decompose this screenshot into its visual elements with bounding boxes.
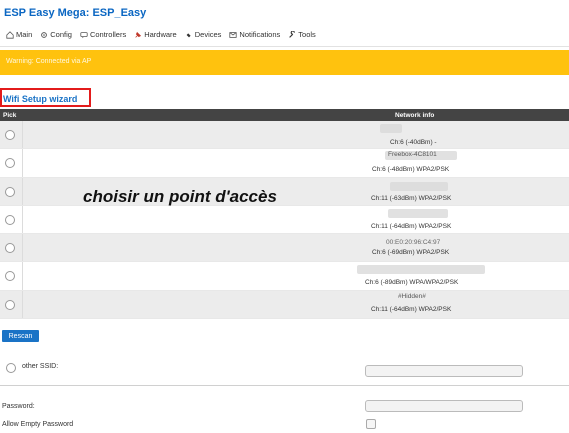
menu-config-label: Config xyxy=(50,30,72,39)
network-table: Pick Network info Ch:6 (-40dBm) - Freebo… xyxy=(0,109,569,320)
form-divider xyxy=(0,385,569,386)
redacted-ssid xyxy=(357,265,485,275)
network-details: Ch:6 (-48dBm) WPA2/PSK xyxy=(372,166,450,174)
password-input[interactable] xyxy=(365,400,523,412)
network-radio[interactable] xyxy=(5,130,15,140)
network-details: Ch:11 (-64dBm) WPA2/PSK xyxy=(371,305,452,313)
network-radio[interactable] xyxy=(5,186,15,197)
table-row[interactable]: Ch:6 (-40dBm) - xyxy=(0,121,569,150)
network-ssid: #Hidden# xyxy=(398,292,426,300)
network-details: Ch:11 (-63dBm) WPA2/PSK xyxy=(371,194,452,202)
table-row[interactable]: #Hidden# Ch:11 (-64dBm) WPA2/PSK xyxy=(0,290,569,320)
menu-tools[interactable]: Tools xyxy=(288,30,316,39)
redacted-ssid xyxy=(390,181,448,191)
table-row[interactable]: Freebox-4C8101 Ch:6 (-48dBm) WPA2/PSK xyxy=(0,149,569,178)
envelope-icon xyxy=(229,31,238,38)
rescan-button[interactable]: Rescan xyxy=(2,330,39,342)
menu-notifications-label: Notifications xyxy=(239,30,281,39)
network-details: Ch:11 (-64dBm) WPA2/PSK xyxy=(371,222,452,230)
header-network-info: Network info xyxy=(395,112,435,119)
header-divider xyxy=(0,46,569,47)
redacted-ssid xyxy=(388,208,448,218)
menu-hardware-label: Hardware xyxy=(144,30,177,39)
home-icon xyxy=(6,30,14,39)
warning-text: Warning: Connected via AP xyxy=(6,58,92,65)
gear-icon xyxy=(41,31,48,38)
menu-devices[interactable]: Devices xyxy=(185,30,222,39)
menu-config[interactable]: Config xyxy=(40,30,72,39)
redacted-ssid xyxy=(380,124,402,133)
allow-empty-password-label: Allow Empty Password xyxy=(2,421,74,428)
page-title: ESP Easy Mega: ESP_Easy xyxy=(4,7,147,19)
annotation-overlay: choisir un point d'accès xyxy=(83,187,277,206)
plug-icon xyxy=(186,32,191,37)
menu-main-label: Main xyxy=(16,30,33,39)
network-details: Ch:6 (-40dBm) - xyxy=(390,139,437,146)
network-details: Ch:6 (-69dBm) WPA2/PSK xyxy=(372,249,450,257)
menu-hardware[interactable]: Hardware xyxy=(134,30,177,39)
pin-icon xyxy=(135,31,142,38)
password-label: Password: xyxy=(2,403,35,410)
table-header: Pick Network info xyxy=(0,109,569,121)
network-ssid: 00:E0:20:96:C4:97 xyxy=(386,239,441,247)
network-radio[interactable] xyxy=(5,158,15,169)
wizard-title: Wifi Setup wizard xyxy=(3,94,78,104)
main-menu: Main Config Controllers Hardware Devices… xyxy=(6,30,316,39)
table-row[interactable]: Ch:6 (-89dBm) WPA/WPA2/PSK xyxy=(0,262,569,291)
network-radio[interactable] xyxy=(5,243,15,254)
menu-notifications[interactable]: Notifications xyxy=(229,30,280,39)
other-ssid-radio[interactable] xyxy=(6,363,16,373)
menu-main[interactable]: Main xyxy=(6,30,32,39)
menu-controllers-label: Controllers xyxy=(89,30,127,39)
chat-icon xyxy=(80,31,88,38)
header-pick: Pick xyxy=(3,112,17,119)
warning-banner: Warning: Connected via AP xyxy=(0,50,569,75)
wrench-icon xyxy=(289,30,296,38)
table-row[interactable]: 00:E0:20:96:C4:97 Ch:6 (-69dBm) WPA2/PSK xyxy=(0,234,569,263)
other-ssid-label: other SSID: xyxy=(22,363,59,370)
network-radio[interactable] xyxy=(5,299,15,310)
menu-controllers[interactable]: Controllers xyxy=(80,30,126,39)
menu-devices-label: Devices xyxy=(194,30,222,39)
other-ssid-input[interactable] xyxy=(365,365,523,377)
allow-empty-password-checkbox[interactable] xyxy=(366,419,376,429)
network-radio[interactable] xyxy=(5,271,15,282)
network-ssid: Freebox-4C8101 xyxy=(388,151,437,159)
network-radio[interactable] xyxy=(5,214,15,225)
network-details: Ch:6 (-89dBm) WPA/WPA2/PSK xyxy=(365,279,459,287)
menu-tools-label: Tools xyxy=(298,30,316,39)
table-row[interactable]: Ch:11 (-64dBm) WPA2/PSK xyxy=(0,205,569,235)
